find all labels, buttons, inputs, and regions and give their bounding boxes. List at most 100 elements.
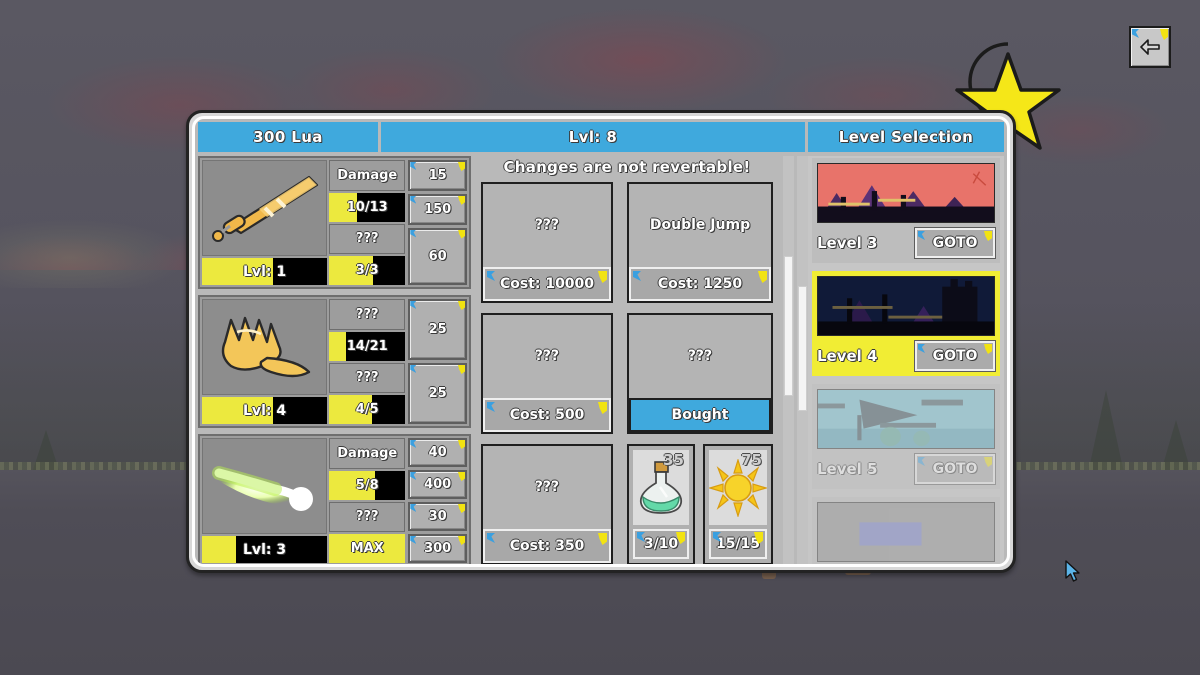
weapon-locked-label: ???: [329, 502, 405, 533]
corner-yellow-accent: [598, 402, 607, 414]
weapon-level-bar: Lvl: 4: [202, 397, 327, 424]
weapon-stats-column: Damage 5/8 ??? MAX: [329, 438, 405, 563]
upgrade-card[interactable]: ??? Cost: 10000: [481, 182, 613, 303]
upgrade-bought-label: Bought: [672, 407, 729, 423]
cost-value: 150: [424, 202, 451, 217]
upgrades-scrollbar-thumb[interactable]: [784, 256, 793, 396]
weapon-stat-value: 5/8: [356, 478, 379, 493]
consumable-count: 35: [663, 451, 684, 469]
cost-value: 25: [429, 386, 447, 401]
weapon-row[interactable]: Lvl: 3 Damage 5/8 ??? MAX: [198, 434, 471, 567]
upgrade-buy-button[interactable]: Cost: 10000: [483, 267, 611, 301]
level-card-selected[interactable]: Level 4 GOTO: [812, 271, 1000, 376]
level-goto-button[interactable]: GOTO: [915, 228, 995, 258]
upgrade-cost-label: Cost: 500: [510, 407, 585, 423]
window-body: Lvl: 1 Damage 10/13 ??? 3/3: [195, 152, 1007, 567]
goto-label: GOTO: [933, 461, 978, 477]
upgrade-cost-button[interactable]: 15: [408, 160, 467, 191]
upgrade-cost-button[interactable]: 300: [408, 534, 467, 563]
level-name: Level 3: [817, 234, 909, 252]
level-card[interactable]: Level 3 GOTO: [812, 158, 1000, 263]
back-arrow-icon: [1138, 37, 1162, 57]
upgrade-buy-button[interactable]: Cost: 1250: [629, 267, 771, 301]
corner-yellow-accent: [458, 536, 465, 545]
corner-yellow-accent: [984, 231, 992, 241]
consumable-amount: 15/15: [716, 536, 760, 552]
corner-yellow-accent: [458, 301, 465, 310]
upgrade-cost-button[interactable]: 30: [408, 502, 467, 531]
weapon-stat-label: ???: [329, 299, 405, 330]
consumable-card[interactable]: 35 3/10: [627, 444, 695, 565]
weapon-sub-value: 4/5: [356, 402, 379, 417]
weapon-row[interactable]: Lvl: 1 Damage 10/13 ??? 3/3: [198, 156, 471, 289]
levels-scrollbar[interactable]: [797, 156, 808, 567]
upgrade-buy-button[interactable]: Cost: 500: [483, 398, 611, 432]
corner-yellow-accent: [458, 504, 465, 513]
upgrade-card[interactable]: ??? Cost: 500: [481, 313, 613, 434]
upgrade-cost-button[interactable]: 25: [408, 299, 467, 360]
weapon-stat-bar: 5/8: [329, 471, 405, 500]
weapon-icon-slot: [202, 438, 327, 534]
level-selection-title: Level Selection: [808, 122, 1004, 152]
level-row: Level 5 GOTO: [817, 454, 995, 484]
weapon-level-label: Lvl: 3: [243, 542, 286, 558]
back-button[interactable]: [1129, 26, 1171, 68]
corner-yellow-accent: [458, 230, 465, 239]
goto-label: GOTO: [933, 348, 978, 364]
consumable-amount: 3/10: [644, 536, 678, 552]
upgrade-card[interactable]: ??? Cost: 350: [481, 444, 613, 565]
cost-value: 25: [429, 322, 447, 337]
upgrade-cost-button[interactable]: 60: [408, 228, 467, 286]
upgrade-title: Double Jump: [629, 184, 771, 267]
weapon-cost-column: 40 400 30 300: [408, 438, 467, 563]
upgrade-cost-label: Cost: 350: [510, 538, 585, 554]
consumable-card[interactable]: 75: [703, 444, 773, 565]
level-goto-button[interactable]: GOTO: [915, 454, 995, 484]
corner-yellow-accent: [984, 457, 992, 467]
level-name: Level 4: [817, 347, 909, 365]
header-bar: 300 Lua Lvl: 8 Level Selection: [195, 119, 1007, 152]
cost-value: 40: [429, 445, 447, 460]
cost-value: 15: [429, 168, 447, 183]
corner-blue-accent: [918, 457, 925, 466]
corner-blue-accent: [410, 230, 416, 238]
weapon-level-label: Lvl: 1: [243, 264, 286, 280]
corner-blue-accent: [410, 162, 416, 170]
upgrade-cost-button[interactable]: 40: [408, 438, 467, 467]
claw-icon: [205, 310, 325, 384]
corner-blue-accent: [410, 536, 416, 544]
upgrade-cost-button[interactable]: 400: [408, 470, 467, 499]
consumable-icon-slot: 35: [633, 450, 689, 525]
corner-blue-accent: [410, 365, 416, 373]
weapon-stat-label: Damage: [329, 438, 405, 469]
wand-icon: [205, 449, 325, 523]
level-goto-button[interactable]: GOTO: [915, 341, 995, 371]
corner-blue-accent: [410, 472, 416, 480]
corner-blue-accent: [633, 271, 641, 281]
weapon-stats-column: Damage 10/13 ??? 3/3: [329, 160, 405, 285]
corner-yellow-accent: [458, 162, 465, 171]
upgrade-title: ???: [483, 315, 611, 398]
upgrades-scrollbar[interactable]: [783, 156, 794, 567]
upgrade-cost-label: Cost: 10000: [500, 276, 594, 292]
consumable-use-button[interactable]: 3/10: [633, 529, 689, 559]
levels-scrollbar-thumb[interactable]: [798, 286, 807, 411]
player-level-display: Lvl: 8: [381, 122, 805, 152]
level-thumbnail: [817, 276, 995, 336]
corner-blue-accent: [410, 440, 416, 448]
level-card-partial[interactable]: [812, 497, 1000, 567]
upgrade-card[interactable]: Double Jump Cost: 1250: [627, 182, 773, 303]
cost-value: 400: [424, 477, 451, 492]
level-card-locked[interactable]: Level 5 GOTO: [812, 384, 1000, 489]
weapon-sub-bar: 4/5: [329, 395, 405, 424]
consumable-use-button[interactable]: 15/15: [709, 529, 767, 559]
cost-value: 300: [424, 541, 451, 556]
upgrade-cost-button[interactable]: 25: [408, 363, 467, 424]
corner-blue-accent: [918, 231, 925, 240]
upgrade-cost-button[interactable]: 150: [408, 194, 467, 225]
upgrade-buy-button[interactable]: Cost: 350: [483, 529, 611, 563]
upgrade-card[interactable]: ??? Bought: [627, 313, 773, 434]
corner-yellow-accent: [458, 196, 465, 205]
upgrade-title: ???: [483, 446, 611, 529]
weapon-row[interactable]: Lvl: 4 ??? 14/21 ??? 4/5: [198, 295, 471, 428]
